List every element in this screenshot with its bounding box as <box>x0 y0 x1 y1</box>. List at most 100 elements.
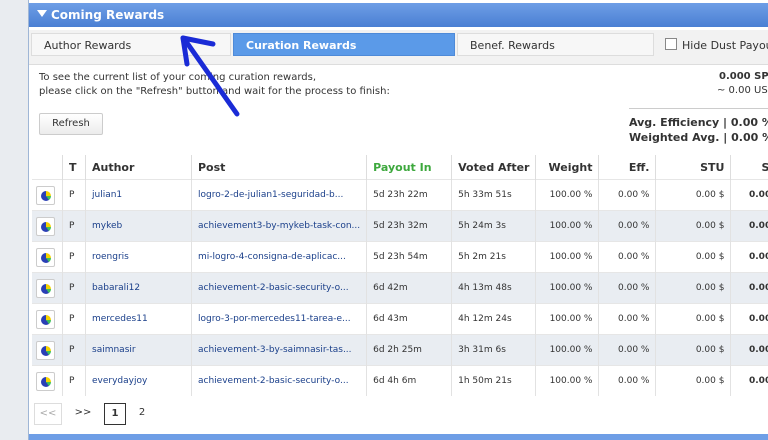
stu-cell: 0.00 $ <box>655 272 732 304</box>
avg-efficiency: Avg. Efficiency | 0.00 % <box>629 116 768 129</box>
table-row: P everydayjoy achievement-2-basic-securi… <box>32 365 768 396</box>
col-header-icon <box>32 155 63 180</box>
page-1-button[interactable]: 1 <box>104 403 126 425</box>
sp-cell: 0.000 <box>730 179 768 211</box>
post-link[interactable]: achievement-3-by-saimnasir-tas... <box>191 334 368 366</box>
rewards-tabs: Author Rewards Curation Rewards Benef. R… <box>29 30 768 65</box>
pie-chart-icon[interactable] <box>36 278 55 298</box>
table-row: P babarali12 achievement-2-basic-securit… <box>32 272 768 304</box>
col-header-eff[interactable]: Eff. <box>598 155 657 180</box>
weight-cell: 100.00 % <box>535 241 600 273</box>
hide-dust-label: Hide Dust Payout <box>682 39 768 52</box>
pie-cell[interactable] <box>32 210 63 242</box>
eff-cell: 0.00 % <box>598 334 657 366</box>
post-link[interactable]: logro-3-por-mercedes11-tarea-e... <box>191 303 368 335</box>
averages: Avg. Efficiency | 0.00 % Weighted Avg. |… <box>629 115 768 145</box>
author-link[interactable]: babarali12 <box>85 272 192 304</box>
author-link[interactable]: mercedes11 <box>85 303 192 335</box>
page-2-button[interactable]: 2 <box>132 403 152 423</box>
curation-rewards-table: T Author Post Payout In Voted After Weig… <box>32 155 768 396</box>
pie-chart-icon[interactable] <box>36 340 55 360</box>
post-link[interactable]: achievement3-by-mykeb-task-con... <box>191 210 368 242</box>
stu-cell: 0.00 $ <box>655 241 732 273</box>
post-link[interactable]: achievement-2-basic-security-o... <box>191 272 368 304</box>
tab-benef-rewards[interactable]: Benef. Rewards <box>457 33 654 56</box>
blue-arrow-annotation <box>180 35 240 117</box>
pie-chart-icon[interactable] <box>36 216 55 236</box>
weighted-avg: Weighted Avg. | 0.00 % <box>629 131 768 144</box>
eff-cell: 0.00 % <box>598 365 657 396</box>
author-link[interactable]: mykeb <box>85 210 192 242</box>
type-cell: P <box>62 179 86 211</box>
voted-after-cell: 5h 33m 51s <box>451 179 537 211</box>
weight-cell: 100.00 % <box>535 334 600 366</box>
weight-cell: 100.00 % <box>535 272 600 304</box>
total-sp: 0.000 SP <box>719 71 768 82</box>
col-header-weight[interactable]: Weight <box>535 155 600 180</box>
table-header-row: T Author Post Payout In Voted After Weig… <box>32 155 768 180</box>
pie-chart-icon[interactable] <box>36 185 55 205</box>
type-cell: P <box>62 365 86 396</box>
payout-cell: 5d 23h 22m <box>366 179 453 211</box>
tab-curation-rewards[interactable]: Curation Rewards <box>233 33 455 56</box>
table-row: P mercedes11 logro-3-por-mercedes11-tare… <box>32 303 768 335</box>
pie-cell[interactable] <box>32 334 63 366</box>
type-cell: P <box>62 241 86 273</box>
pie-cell[interactable] <box>32 272 63 304</box>
stu-cell: 0.00 $ <box>655 179 732 211</box>
panel-title: Coming Rewards <box>51 8 165 22</box>
col-header-author[interactable]: Author <box>85 155 192 180</box>
pie-cell[interactable] <box>32 179 63 211</box>
weight-cell: 100.00 % <box>535 303 600 335</box>
author-link[interactable]: everydayjoy <box>85 365 192 396</box>
prev-page-button[interactable]: << <box>34 403 62 425</box>
eff-cell: 0.00 % <box>598 241 657 273</box>
pie-cell[interactable] <box>32 303 63 335</box>
stu-cell: 0.00 $ <box>655 210 732 242</box>
next-page-button[interactable]: >> <box>70 403 96 423</box>
pie-cell[interactable] <box>32 365 63 396</box>
collapse-triangle-icon[interactable] <box>37 10 47 17</box>
pie-chart-icon[interactable] <box>36 309 55 329</box>
weight-cell: 100.00 % <box>535 210 600 242</box>
sp-cell: 0.000 <box>730 334 768 366</box>
voted-after-cell: 4h 12m 24s <box>451 303 537 335</box>
hide-dust-checkbox[interactable] <box>665 38 677 50</box>
hide-dust-toggle[interactable]: Hide Dust Payout <box>665 38 768 52</box>
voted-after-cell: 5h 2m 21s <box>451 241 537 273</box>
col-header-voted-after[interactable]: Voted After <box>451 155 537 180</box>
type-cell: P <box>62 303 86 335</box>
type-cell: P <box>62 334 86 366</box>
col-header-payout[interactable]: Payout In <box>366 155 453 180</box>
voted-after-cell: 4h 13m 48s <box>451 272 537 304</box>
col-header-stu[interactable]: STU <box>655 155 732 180</box>
payout-cell: 6d 42m <box>366 272 453 304</box>
pie-chart-icon[interactable] <box>36 371 55 391</box>
col-header-sp[interactable]: SP <box>731 155 768 180</box>
table-row: P saimnasir achievement-3-by-saimnasir-t… <box>32 334 768 366</box>
table-row: P julian1 logro-2-de-julian1-seguridad-b… <box>32 179 768 211</box>
sp-cell: 0.000 <box>730 365 768 396</box>
post-link[interactable]: mi-logro-4-consigna-de-aplicac... <box>191 241 368 273</box>
divider <box>629 108 768 109</box>
panel-header[interactable]: Coming Rewards <box>29 3 768 27</box>
total-usd: ~ 0.00 USD <box>717 85 768 96</box>
eff-cell: 0.00 % <box>598 303 657 335</box>
pie-chart-icon[interactable] <box>36 247 55 267</box>
weight-cell: 100.00 % <box>535 365 600 396</box>
author-link[interactable]: julian1 <box>85 179 192 211</box>
coming-rewards-panel: Coming Rewards Author Rewards Curation R… <box>28 0 768 440</box>
sp-cell: 0.000 <box>730 210 768 242</box>
author-link[interactable]: roengris <box>85 241 192 273</box>
payout-cell: 5d 23h 54m <box>366 241 453 273</box>
col-header-type[interactable]: T <box>62 155 86 180</box>
col-header-post[interactable]: Post <box>191 155 368 180</box>
post-link[interactable]: logro-2-de-julian1-seguridad-b... <box>191 179 368 211</box>
refresh-button[interactable]: Refresh <box>39 113 103 135</box>
pie-cell[interactable] <box>32 241 63 273</box>
voted-after-cell: 3h 31m 6s <box>451 334 537 366</box>
author-link[interactable]: saimnasir <box>85 334 192 366</box>
stu-cell: 0.00 $ <box>655 334 732 366</box>
payout-cell: 6d 2h 25m <box>366 334 453 366</box>
post-link[interactable]: achievement-2-basic-security-o... <box>191 365 368 396</box>
